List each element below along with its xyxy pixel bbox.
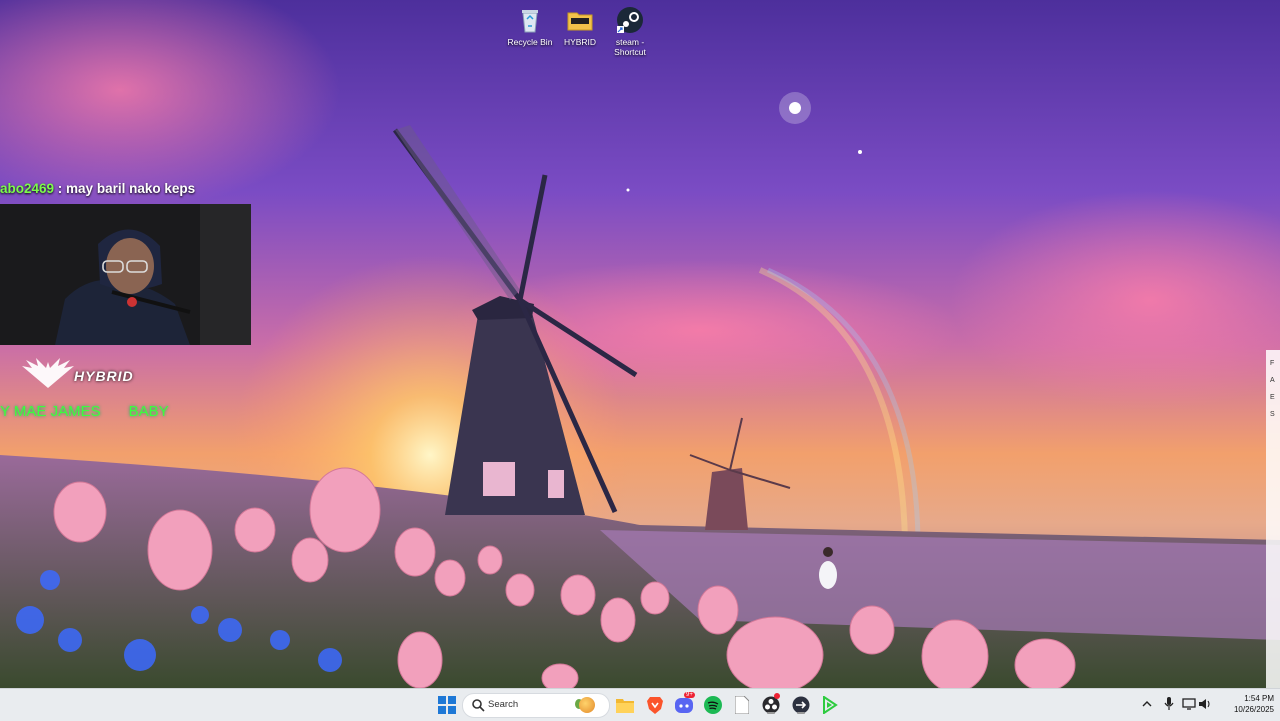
ticker-text-left: Y MAE JAMES — [0, 403, 101, 420]
start-button[interactable] — [437, 695, 457, 715]
chat-username: abo2469 — [0, 181, 55, 196]
folder-icon — [566, 6, 594, 34]
desktop-icon-label: HYBRID — [563, 37, 597, 47]
green-arrow-icon — [823, 696, 838, 714]
clock-date: 10/26/2025 — [1233, 705, 1274, 714]
search-placeholder: Search — [488, 699, 519, 710]
clock-time: 1:54 PM — [1244, 694, 1274, 703]
taskbar: Search 9+ 1:54 PM 10/26/2025 — [0, 688, 1280, 721]
offscreen-window-edge[interactable]: FAES — [1266, 350, 1280, 688]
brave-icon — [647, 697, 663, 714]
taskbar-green-app[interactable] — [820, 695, 840, 715]
tray-microphone[interactable] — [1161, 695, 1177, 713]
windows-logo-icon — [438, 696, 456, 714]
chat-text: may baril nako keps — [66, 181, 196, 196]
steam-icon — [616, 6, 644, 34]
recycle-bin-icon — [516, 6, 544, 34]
taskbar-search-box[interactable]: Search — [462, 693, 610, 718]
desktop-icon-label: Recycle Bin — [507, 37, 553, 47]
taskbar-obs[interactable] — [761, 693, 781, 715]
spotify-icon — [704, 696, 722, 714]
chat-separator: : — [54, 181, 67, 196]
taskbar-clock[interactable]: 1:54 PM 10/26/2025 — [1218, 693, 1274, 715]
taskbar-document[interactable] — [732, 695, 752, 715]
chevron-up-icon — [1142, 701, 1152, 707]
document-icon — [735, 696, 749, 714]
tray-overflow-button[interactable] — [1139, 695, 1155, 713]
taskbar-brave[interactable] — [645, 695, 665, 715]
winged-logo-icon — [22, 358, 74, 388]
stream-ticker: Y MAE JAMES BABY — [0, 403, 169, 420]
folder-icon — [616, 699, 634, 713]
brand-name: HYBRID — [74, 368, 134, 384]
desktop-icon-label: steam - Shortcut — [614, 37, 646, 57]
search-icon — [472, 699, 485, 712]
running-indicator — [797, 712, 805, 714]
taskbar-arrow-app[interactable] — [791, 695, 811, 715]
taskbar-discord[interactable]: 9+ — [674, 692, 695, 715]
microphone-icon — [1164, 697, 1174, 710]
display-icon — [1182, 698, 1196, 710]
speaker-icon — [1199, 699, 1210, 709]
webcam-feed — [0, 204, 251, 345]
discord-badge: 9+ — [684, 692, 695, 698]
obs-recording-dot — [774, 693, 780, 699]
tray-volume[interactable] — [1197, 695, 1213, 713]
taskbar-file-explorer[interactable] — [615, 695, 635, 715]
desktop-icon-steam-shortcut[interactable]: steam - Shortcut — [604, 4, 656, 57]
desktop-icon-recycle-bin[interactable]: Recycle Bin — [504, 4, 556, 47]
discord-icon — [675, 698, 693, 713]
taskbar-spotify[interactable] — [703, 695, 723, 715]
running-indicator — [767, 712, 775, 714]
search-highlight-mango-icon — [579, 697, 595, 713]
stream-brand-logo: HYBRID — [14, 358, 164, 394]
chat-message: abo2469 : may baril nako keps — [0, 181, 195, 196]
desktop-icon-hybrid-folder[interactable]: HYBRID — [554, 4, 606, 47]
tray-network[interactable] — [1181, 695, 1197, 713]
ticker-text-right: BABY — [128, 403, 169, 420]
